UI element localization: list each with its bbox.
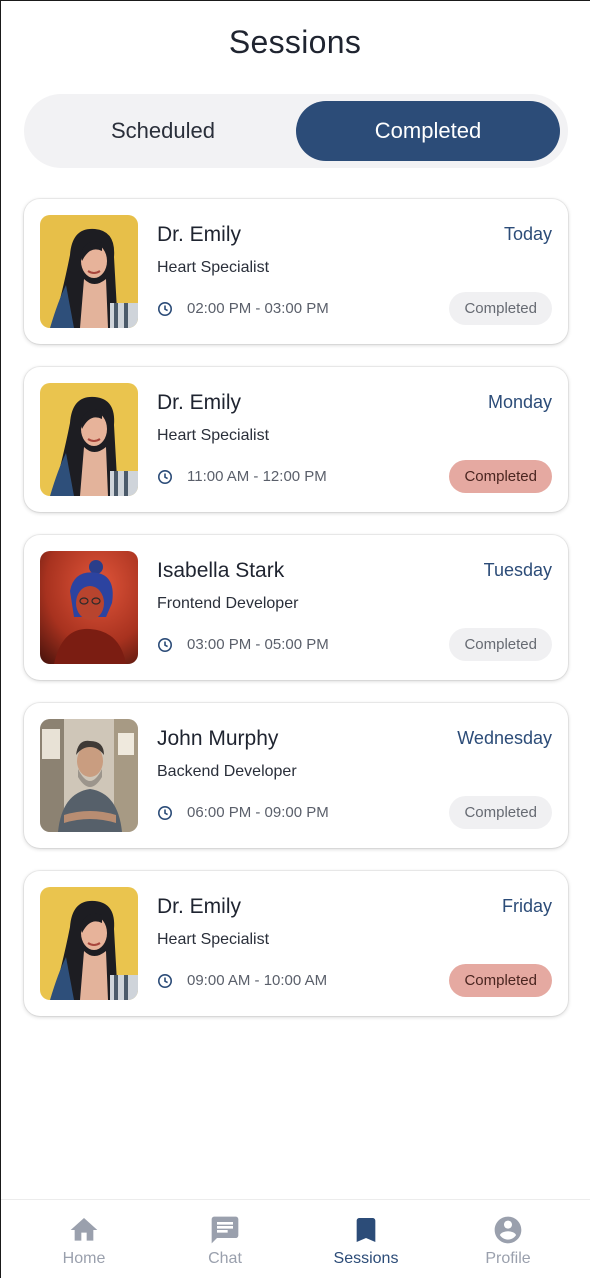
session-time-row: 02:00 PM - 03:00 PM [157, 300, 329, 317]
page-title: Sessions [228, 24, 362, 60]
avatar [40, 383, 138, 496]
clock-icon [158, 469, 172, 484]
account-circle-icon [494, 1216, 522, 1244]
clock-icon [158, 805, 172, 820]
session-day: Today [503, 224, 552, 244]
tab-completed[interactable]: Completed [296, 101, 560, 161]
session-card[interactable]: Isabella Stark Frontend Developer Tuesda… [24, 535, 568, 680]
avatar [40, 215, 138, 328]
status-badge: Completed [449, 628, 552, 661]
session-card[interactable]: Dr. Emily Heart Specialist Monday 11:00 … [24, 367, 568, 512]
avatar [40, 551, 138, 664]
session-time-row: 09:00 AM - 10:00 AM [157, 972, 327, 989]
chat-icon [211, 1216, 239, 1244]
session-time: 11:00 AM - 12:00 PM [187, 468, 327, 485]
session-card[interactable]: Dr. Emily Heart Specialist Friday 09:00 … [24, 871, 568, 1016]
session-card[interactable]: John Murphy Backend Developer Wednesday … [24, 703, 568, 848]
session-day: Friday [501, 896, 552, 916]
doctor-role: Backend Developer [157, 763, 297, 780]
session-time-row: 11:00 AM - 12:00 PM [157, 468, 327, 485]
bottom-nav: Home Chat Sessions Profile [1, 1199, 590, 1278]
doctor-name: John Murphy [157, 727, 279, 750]
doctor-name: Dr. Emily [157, 895, 241, 918]
status-badge: Completed [449, 460, 552, 493]
session-card[interactable]: Dr. Emily Heart Specialist Today 02:00 P… [24, 199, 568, 344]
doctor-role: Heart Specialist [157, 427, 270, 444]
home-icon [70, 1218, 98, 1241]
session-time: 06:00 PM - 09:00 PM [187, 804, 329, 821]
session-list: Dr. Emily Heart Specialist Today 02:00 P… [24, 199, 568, 1039]
avatar [40, 887, 138, 1000]
status-badge: Completed [449, 964, 552, 997]
clock-icon [158, 637, 172, 652]
doctor-name: Isabella Stark [157, 559, 285, 582]
bookmark-icon [356, 1218, 376, 1242]
doctor-name: Dr. Emily [157, 391, 241, 414]
doctor-role: Heart Specialist [157, 931, 270, 948]
session-tabs: Scheduled Completed [24, 94, 568, 168]
doctor-role: Frontend Developer [157, 595, 299, 612]
nav-sessions-label: Sessions [333, 1250, 399, 1267]
session-day: Monday [487, 392, 552, 412]
nav-profile[interactable]: Profile [448, 1214, 568, 1268]
nav-sessions[interactable]: Sessions [306, 1214, 426, 1268]
clock-icon [158, 301, 172, 316]
session-time: 03:00 PM - 05:00 PM [187, 636, 329, 653]
doctor-name: Dr. Emily [157, 223, 241, 246]
nav-chat-label: Chat [208, 1250, 242, 1267]
session-time-row: 06:00 PM - 09:00 PM [157, 804, 329, 821]
avatar [40, 719, 138, 832]
session-time-row: 03:00 PM - 05:00 PM [157, 636, 329, 653]
session-time: 02:00 PM - 03:00 PM [187, 300, 329, 317]
session-day: Tuesday [483, 560, 552, 580]
nav-chat[interactable]: Chat [165, 1214, 285, 1268]
status-badge: Completed [449, 796, 552, 829]
nav-home[interactable]: Home [24, 1214, 144, 1268]
tab-scheduled[interactable]: Scheduled [30, 101, 296, 161]
session-day: Wednesday [457, 728, 552, 748]
session-time: 09:00 AM - 10:00 AM [187, 972, 328, 989]
doctor-role: Heart Specialist [157, 259, 270, 276]
status-badge: Completed [449, 292, 552, 325]
nav-home-label: Home [62, 1250, 106, 1267]
clock-icon [158, 973, 172, 988]
nav-profile-label: Profile [485, 1250, 531, 1267]
